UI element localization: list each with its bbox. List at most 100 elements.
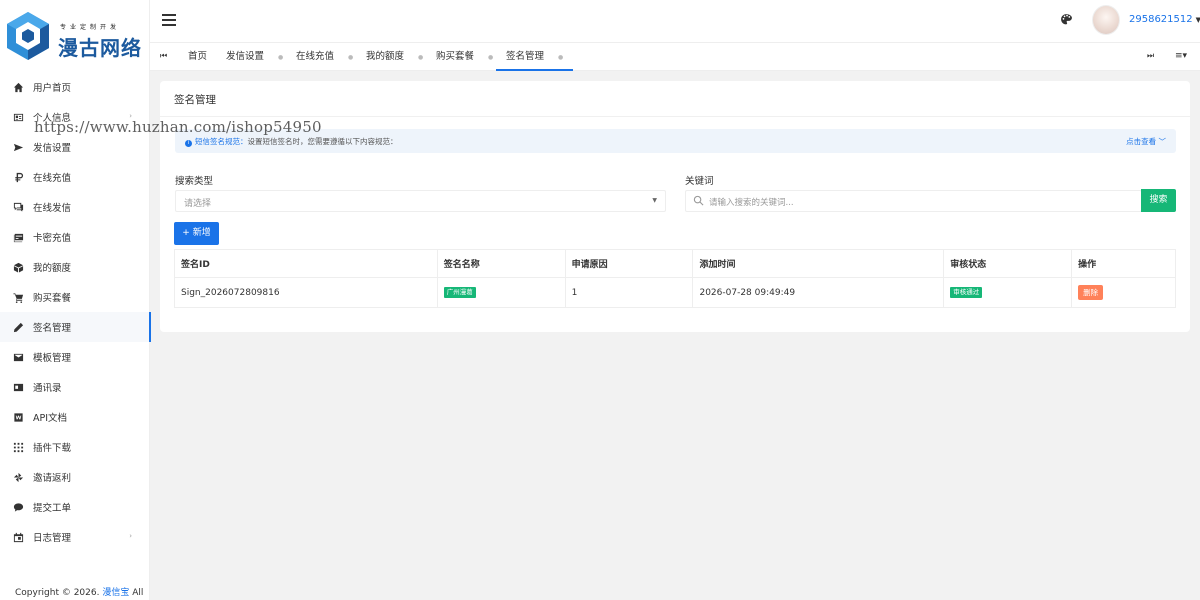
column-header[interactable]: 签名ID (174, 249, 438, 278)
caret-down-icon: ▼ (652, 197, 657, 204)
close-icon[interactable]: ● (488, 54, 493, 61)
cube-icon (12, 261, 24, 273)
sidebar-item-label: 日志管理 (33, 533, 72, 544)
notice-body: 设置短信签名时，您需要遵循以下内容规范： (247, 137, 398, 146)
logo-cube-icon (7, 12, 49, 60)
sidebar-item-label: 卡密充值 (33, 233, 72, 244)
sidebar-item-recharge[interactable]: 在线充值 (0, 162, 150, 192)
select-placeholder: 请选择 (184, 199, 212, 209)
tab-label: 签名管理 (506, 51, 545, 62)
column-header[interactable]: 签名名称 (436, 249, 566, 278)
sidebar-item-quota[interactable]: 我的额度 (0, 252, 150, 282)
column-header[interactable]: 添加时间 (692, 249, 945, 278)
sidebar-item-send-settings[interactable]: 发信设置 (0, 132, 150, 162)
palette-icon[interactable] (1060, 13, 1073, 26)
notice-view-link[interactable]: 点击查看 ﹀ (1126, 136, 1166, 147)
cell-time: 2026-07-28 09:49:49 (692, 277, 945, 308)
top-header: 2958621512 ▼ (150, 0, 1200, 43)
tab-label: 首页 (188, 51, 208, 62)
table-row: Sign_2026072809816 广州漫葛 1 2026-07-28 09:… (174, 277, 1176, 308)
tab-bar: ⏮ 首页 发信设置 ● 在线充值 ● 我的额度 ● 购买套餐 ● 签名管理 ● ⏭ ≡▾ (150, 43, 1200, 71)
tab-menu-icon[interactable]: ≡▾ (1175, 51, 1187, 61)
mail-template-icon (12, 351, 24, 363)
user-menu[interactable]: 2958621512 ▼ (1129, 14, 1200, 25)
sidebar-item-plugins[interactable]: 插件下载 (0, 432, 150, 462)
doc-w-icon (12, 411, 24, 423)
comment-icon (12, 501, 24, 513)
sidebar-item-referral[interactable]: 邀请返利 (0, 462, 150, 492)
copyright: Copyright © 2026. 漫信宝 All (15, 585, 143, 598)
sidebar-item-logs[interactable]: 日志管理 › (0, 522, 150, 552)
cell-reason: 1 (564, 277, 694, 308)
sidebar-item-label: 通讯录 (33, 383, 62, 394)
logo-slogan: 专业定制开发 (60, 24, 121, 31)
caret-down-icon: ▼ (1195, 16, 1200, 24)
sidebar-item-template[interactable]: 模板管理 (0, 342, 150, 372)
grid-icon (12, 441, 24, 453)
chat-icon (12, 201, 24, 213)
tab-send-settings[interactable]: 发信设置 ● (226, 43, 283, 71)
search-type-select[interactable]: 请选择 ▼ (175, 190, 666, 212)
sidebar-item-api-docs[interactable]: API文档 (0, 402, 150, 432)
sidebar-item-label: 在线充值 (33, 173, 72, 184)
tab-recharge[interactable]: 在线充值 ● (296, 43, 353, 71)
copyright-brand-link[interactable]: 漫信宝 (102, 588, 129, 598)
tab-quota[interactable]: 我的额度 ● (366, 43, 423, 71)
card-icon (12, 231, 24, 243)
close-icon[interactable]: ● (558, 54, 563, 61)
cell-status: 审核通过 (943, 277, 1073, 308)
cell-signature-name: 广州漫葛 (436, 277, 566, 308)
close-icon[interactable]: ● (348, 54, 353, 61)
table-header-row: 签名ID 签名名称 申请原因 添加时间 审核状态 操作 (174, 249, 1176, 278)
search-icon (693, 195, 704, 206)
copyright-suffix: All (132, 588, 144, 598)
close-icon[interactable]: ● (418, 54, 423, 61)
sidebar-item-label: API文档 (33, 413, 68, 424)
sidebar-item-label: 模板管理 (33, 353, 72, 364)
sidebar-item-signature[interactable]: 签名管理 (0, 312, 151, 342)
tab-signature[interactable]: 签名管理 ● (496, 43, 574, 71)
sidebar-item-label: 购买套餐 (33, 293, 72, 304)
column-header[interactable]: 审核状态 (943, 249, 1073, 278)
sidebar-item-label: 签名管理 (33, 323, 72, 334)
notice-link-label: 点击查看 (1126, 137, 1157, 146)
pen-icon (12, 321, 24, 333)
tab-label: 购买套餐 (436, 51, 475, 62)
sidebar-item-online-send[interactable]: 在线发信 (0, 192, 150, 222)
menu-toggle-icon[interactable] (162, 14, 176, 26)
keyword-label: 关键词 (685, 176, 714, 187)
contacts-icon (12, 381, 24, 393)
username: 2958621512 (1129, 14, 1193, 25)
home-icon (12, 81, 24, 93)
calendar-icon (12, 531, 24, 543)
logo[interactable]: 专业定制开发 漫古网络 (4, 8, 148, 64)
sidebar-item-home[interactable]: 用户首页 (0, 72, 150, 102)
sidebar-item-label: 我的额度 (33, 263, 72, 274)
sidebar-item-card-recharge[interactable]: 卡密充值 (0, 222, 150, 252)
add-button[interactable]: + 新增 (174, 222, 219, 245)
signature-name-badge: 广州漫葛 (443, 287, 476, 298)
search-button[interactable]: 搜索 (1141, 189, 1176, 212)
delete-button[interactable]: 删除 (1078, 285, 1104, 300)
sidebar-item-label: 发信设置 (33, 143, 72, 154)
sidebar-item-label: 在线发信 (33, 203, 72, 214)
notice-bar: i 短信签名规范：设置短信签名时，您需要遵循以下内容规范： 点击查看 ﹀ (175, 129, 1176, 153)
avatar[interactable] (1092, 5, 1120, 35)
tab-prev-icon[interactable]: ⏮ (160, 51, 167, 61)
cell-signature-id: Sign_2026072809816 (174, 277, 438, 308)
sidebar-item-contacts[interactable]: 通讯录 (0, 372, 150, 402)
sidebar-nav: 用户首页 个人信息 › 发信设置 在线充值 在线发信 卡密充值 我的额度 购买套… (0, 72, 151, 552)
tab-home[interactable]: 首页 (188, 43, 207, 71)
keyword-input[interactable]: 请输入搜索的关键词... (685, 190, 1142, 212)
tab-buy-package[interactable]: 购买套餐 ● (436, 43, 493, 71)
tab-next-icon[interactable]: ⏭ (1147, 51, 1154, 61)
sidebar-item-ticket[interactable]: 提交工单 (0, 492, 150, 522)
column-header[interactable]: 操作 (1071, 249, 1176, 278)
notice-label: 短信签名规范： (195, 137, 248, 146)
watermark: https://www.huzhan.com/ishop54950 (34, 118, 322, 136)
close-icon[interactable]: ● (278, 54, 283, 61)
column-header[interactable]: 申请原因 (564, 249, 694, 278)
sidebar-item-label: 插件下载 (33, 443, 72, 454)
status-badge: 审核通过 (950, 287, 983, 298)
sidebar-item-buy-package[interactable]: 购买套餐 (0, 282, 150, 312)
